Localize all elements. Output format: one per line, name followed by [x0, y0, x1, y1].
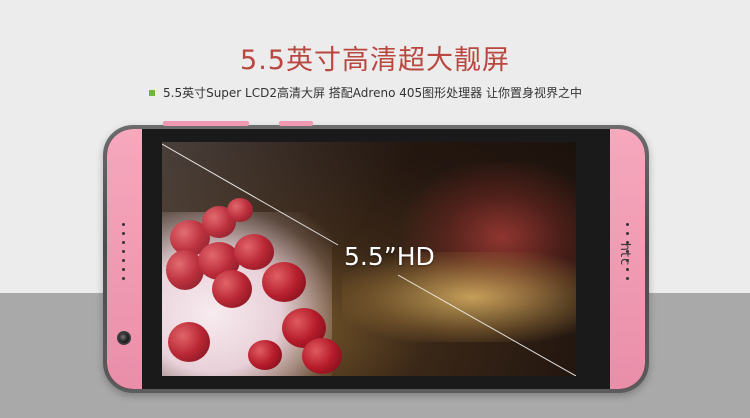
phone-body: htc 5.5”HD — [107, 129, 645, 389]
right-side-panel: htc — [610, 129, 645, 389]
power-button — [279, 121, 313, 126]
feature-subtitle: 5.5英寸Super LCD2高清大屏 搭配Adreno 405图形处理器 让你… — [149, 84, 582, 101]
htc-logo: htc — [616, 242, 632, 267]
volume-button — [163, 121, 249, 126]
left-side-panel — [107, 129, 142, 389]
page: 5.5英寸高清超大靓屏 5.5英寸Super LCD2高清大屏 搭配Adreno… — [0, 0, 750, 418]
feature-subtitle-text: 5.5英寸Super LCD2高清大屏 搭配Adreno 405图形处理器 让你… — [163, 86, 582, 100]
square-bullet-icon — [149, 89, 155, 96]
front-camera-icon — [117, 331, 131, 345]
speaker-grille-icon — [122, 223, 126, 286]
phone-screen: 5.5”HD — [162, 142, 576, 376]
phone: htc 5.5”HD — [103, 121, 649, 393]
page-title: 5.5英寸高清超大靓屏 — [240, 45, 510, 76]
screen-size-label: 5.5”HD — [344, 242, 435, 271]
